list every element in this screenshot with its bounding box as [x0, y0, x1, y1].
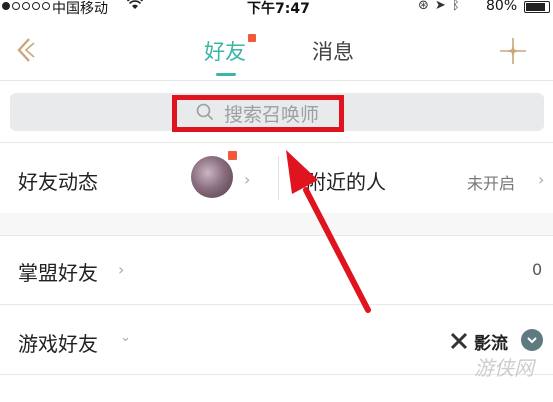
- chevron-right-icon: ›: [244, 170, 251, 189]
- avatar: [191, 156, 233, 198]
- filter-dropdown-icon[interactable]: [521, 329, 543, 351]
- nearby-status: 未开启: [467, 174, 516, 193]
- league-friends-count: 0: [532, 260, 543, 279]
- row-divider: [0, 374, 553, 375]
- annotation-arrow: [286, 150, 371, 313]
- tab-active-indicator: [216, 73, 236, 76]
- chevron-right-icon: ›: [118, 260, 125, 279]
- signal-icon: [2, 2, 50, 10]
- status-bar: 中国移动 下午7:47 ⊛➤ᛒ 80%: [0, 0, 553, 18]
- battery-icon: [524, 1, 550, 13]
- row-divider: [0, 235, 553, 236]
- row-divider: [0, 304, 553, 305]
- battery-percent: 80%: [486, 0, 518, 14]
- add-button[interactable]: [498, 36, 528, 66]
- back-button[interactable]: [12, 36, 40, 64]
- chevron-right-icon: ›: [538, 170, 545, 189]
- tab-messages-label: 消息: [312, 40, 354, 64]
- nav-bar: 好友 消息: [0, 18, 553, 80]
- tab-friends[interactable]: 好友: [204, 34, 256, 76]
- avatar-badge: [228, 151, 237, 160]
- annotation-highlight-box: [172, 95, 344, 132]
- clock: 下午7:47: [247, 1, 310, 17]
- game-friends-label: 游戏好友: [18, 332, 98, 356]
- watermark: 游侠网: [474, 356, 534, 380]
- region-crossed-swords-icon: [450, 332, 468, 350]
- add-icon: [500, 38, 526, 64]
- column-divider: [278, 156, 279, 200]
- friend-feed-label: 好友动态: [18, 170, 98, 194]
- lock-icon: ⊛: [418, 0, 435, 13]
- location-icon: ➤: [434, 0, 452, 13]
- nav-divider: [0, 80, 553, 81]
- game-friends-filter[interactable]: 影流: [474, 329, 508, 354]
- wifi-icon: [126, 0, 144, 15]
- tab-messages[interactable]: 消息: [312, 36, 354, 66]
- bluetooth-icon: ᛒ: [451, 0, 466, 13]
- tab-friends-badge: [248, 34, 256, 42]
- back-icon: [17, 38, 35, 62]
- league-friends-label: 掌盟好友: [18, 261, 98, 285]
- tab-friends-label: 好友: [204, 40, 246, 64]
- row-divider: [0, 142, 553, 143]
- section-gap: [0, 213, 553, 235]
- carrier-label: 中国移动: [52, 1, 108, 17]
- chevron-down-icon: ⌄: [120, 330, 131, 345]
